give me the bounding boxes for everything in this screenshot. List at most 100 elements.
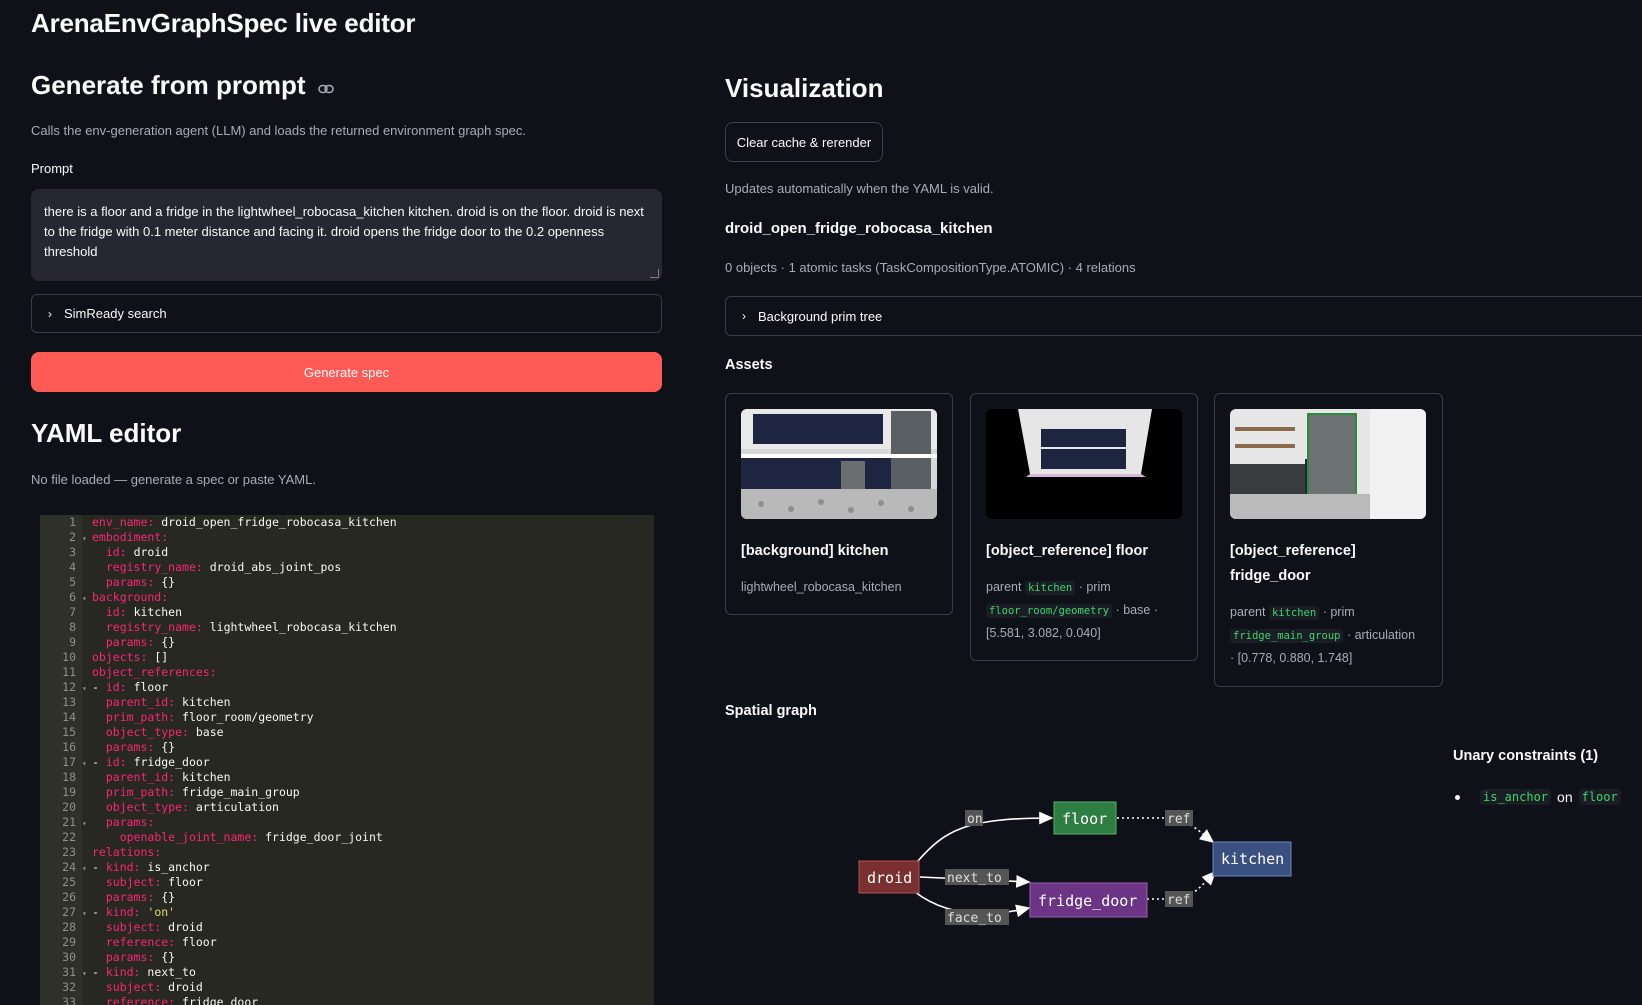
chevron-right-icon: › xyxy=(48,306,52,321)
line-number: 18 xyxy=(40,770,82,785)
yaml-value: floor xyxy=(175,935,217,949)
fold-icon[interactable]: ▾ xyxy=(82,681,92,696)
code-line: 18 parent_id: kitchen xyxy=(40,770,654,785)
line-number: 4 xyxy=(40,560,82,575)
yaml-editor-title: YAML editor xyxy=(31,418,182,448)
yaml-value: kitchen xyxy=(126,605,183,619)
edge-label-ref-1: ref xyxy=(1167,812,1190,827)
yaml-key: id: xyxy=(105,755,127,769)
link-icon[interactable] xyxy=(318,81,334,99)
line-number: 9 xyxy=(40,635,82,650)
yaml-value: droid_abs_joint_pos xyxy=(202,560,342,574)
line-number: 22 xyxy=(40,830,82,845)
yaml-key: prim_path: xyxy=(105,785,176,799)
spatial-graph: on next_to face_to ref ref droid floor f… xyxy=(858,801,1292,926)
code-line: 13 parent_id: kitchen xyxy=(40,695,654,710)
code-line: 7 id: kitchen xyxy=(40,605,654,620)
code-line: 2 ▾ embodiment: xyxy=(40,530,654,545)
fold-icon[interactable]: ▾ xyxy=(82,816,92,831)
yaml-value: fridge_door_joint xyxy=(258,830,383,844)
card-registry: lightwheel_robocasa_kitchen xyxy=(741,580,902,594)
yaml-key: openable_joint_name: xyxy=(119,830,259,844)
line-number: 3 xyxy=(40,545,82,560)
code-line: 28 subject: droid xyxy=(40,920,654,935)
yaml-value: 'on' xyxy=(140,905,176,919)
spatial-graph-title: Spatial graph xyxy=(725,703,817,719)
yaml-value: kitchen xyxy=(175,695,231,709)
visualization-title: Visualization xyxy=(725,73,884,103)
fold-icon[interactable]: ▾ xyxy=(82,966,92,981)
yaml-code-editor[interactable]: 1 env_name: droid_open_fridge_robocasa_ki… xyxy=(40,515,654,1005)
code-line: 5 params: {} xyxy=(40,575,654,590)
yaml-value: {} xyxy=(154,575,176,589)
generate-spec-button[interactable]: Generate spec xyxy=(31,352,662,392)
code-line: 32 subject: droid xyxy=(40,980,654,995)
code-line: 21 ▾ params: xyxy=(40,815,654,830)
constraint-kind: is_anchor xyxy=(1480,789,1552,805)
line-number: 5 xyxy=(40,575,82,590)
asset-card-fridge-door[interactable]: [object_reference] fridge_door parent ki… xyxy=(1214,393,1443,687)
yaml-value: floor_room/geometry xyxy=(175,710,314,724)
line-number: 11 xyxy=(40,665,82,680)
line-number: 13 xyxy=(40,695,82,710)
line-number: 32 xyxy=(40,980,82,995)
yaml-key: env_name: xyxy=(92,515,155,529)
line-number: 24 xyxy=(40,860,82,875)
prompt-textarea[interactable]: there is a floor and a fridge in the lig… xyxy=(31,189,662,281)
yaml-value: droid_open_fridge_robocasa_kitchen xyxy=(154,515,397,529)
code-line: 27 ▾ - kind: 'on' xyxy=(40,905,654,920)
line-number: 2 xyxy=(40,530,82,545)
fold-icon[interactable]: ▾ xyxy=(82,591,92,606)
yaml-value: droid xyxy=(161,980,203,994)
yaml-key: id: xyxy=(105,680,127,694)
edge-label-on: on xyxy=(967,812,983,827)
yaml-key: background: xyxy=(92,590,169,604)
asset-card-floor[interactable]: [object_reference] floor parent kitchen … xyxy=(970,393,1198,661)
line-number: 14 xyxy=(40,710,82,725)
parent-chip: kitchen xyxy=(1268,606,1320,620)
yaml-key: params: xyxy=(105,815,155,829)
card-title: [object_reference] floor xyxy=(986,543,1148,559)
yaml-key: params: xyxy=(105,575,155,589)
yaml-value: droid xyxy=(126,545,169,559)
kitchen-thumbnail xyxy=(741,409,937,519)
background-prim-tree-expander[interactable]: › Background prim tree xyxy=(725,296,1642,336)
chevron-right-icon: › xyxy=(742,309,746,323)
yaml-key: reference: xyxy=(105,935,176,949)
resize-handle[interactable] xyxy=(650,269,659,278)
code-line: 22 openable_joint_name: fridge_door_join… xyxy=(40,830,654,845)
fold-icon[interactable]: ▾ xyxy=(82,861,92,876)
code-line: 6 ▾ background: xyxy=(40,590,654,605)
yaml-key: kind: xyxy=(105,965,141,979)
prompt-label: Prompt xyxy=(31,161,73,176)
code-line: 12 ▾ - id: floor xyxy=(40,680,654,695)
fold-icon[interactable]: ▾ xyxy=(82,756,92,771)
yaml-key: id: xyxy=(105,605,127,619)
assets-title: Assets xyxy=(725,357,773,373)
line-number: 8 xyxy=(40,620,82,635)
generate-title: Generate from prompt xyxy=(31,70,306,100)
line-number: 1 xyxy=(40,515,82,530)
fold-icon[interactable]: ▾ xyxy=(82,906,92,921)
asset-card-kitchen[interactable]: [background] kitchen lightwheel_robocasa… xyxy=(725,393,953,615)
line-number: 21 xyxy=(40,815,82,830)
yaml-key: objects: xyxy=(92,650,148,664)
yaml-key: subject: xyxy=(105,980,162,994)
yaml-value: next_to xyxy=(140,965,196,979)
fold-icon[interactable]: ▾ xyxy=(82,531,92,546)
unary-constraint-item: is_anchor on floor xyxy=(1455,789,1621,805)
clear-cache-rerender-button[interactable]: Clear cache & rerender xyxy=(725,122,883,162)
yaml-key: object_type: xyxy=(105,800,189,814)
fridge-thumbnail xyxy=(1230,409,1426,519)
node-droid-label: droid xyxy=(867,869,912,887)
simready-search-expander[interactable]: › SimReady search xyxy=(31,294,662,333)
code-line: 11 object_references: xyxy=(40,665,654,680)
bullet xyxy=(1455,794,1460,800)
code-line: 14 prim_path: floor_room/geometry xyxy=(40,710,654,725)
auto-update-note: Updates automatically when the YAML is v… xyxy=(725,181,994,196)
simready-search-label: SimReady search xyxy=(64,306,167,321)
yaml-key: params: xyxy=(105,890,155,904)
yaml-key: subject: xyxy=(105,875,162,889)
yaml-value: fridge_main_group xyxy=(175,785,300,799)
yaml-value: {} xyxy=(154,890,176,904)
